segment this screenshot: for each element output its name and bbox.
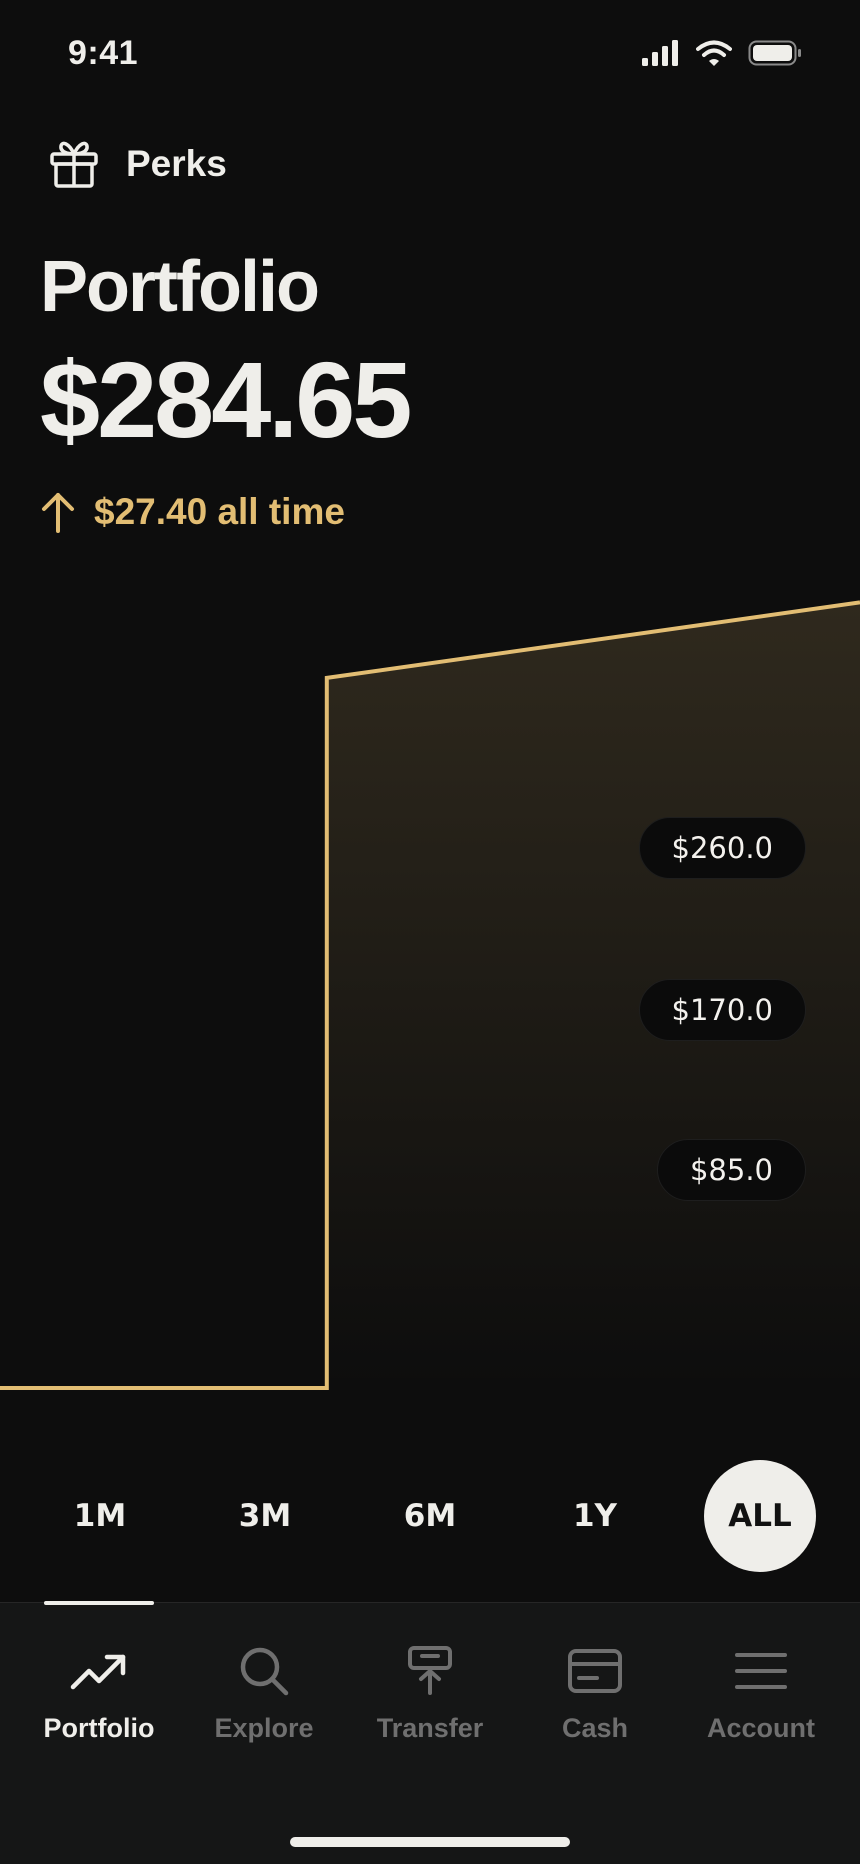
range-1m-button[interactable]: 1M: [40, 1460, 160, 1572]
tab-label: Explore: [214, 1713, 314, 1743]
all-time-change-text: $27.40 all time: [94, 491, 345, 532]
chart-price-label: $170.0: [638, 979, 806, 1041]
tab-bar: Portfolio Explore Transfer Cash Account: [0, 1601, 860, 1864]
status-time: 9:41: [68, 34, 139, 72]
trending-up-icon: [67, 1639, 131, 1703]
wifi-icon: [696, 40, 732, 71]
card-icon: [563, 1639, 627, 1703]
range-6m-button[interactable]: 6M: [370, 1460, 490, 1572]
perks-label: Perks: [126, 143, 227, 184]
cellular-signal-icon: [642, 39, 680, 71]
portfolio-value: $284.65: [40, 339, 412, 460]
chart-price-label: $85.0: [656, 1139, 806, 1201]
tab-label: Account: [707, 1713, 815, 1743]
battery-icon: [748, 40, 802, 71]
range-all-button[interactable]: ALL: [704, 1460, 816, 1572]
status-icons: [642, 39, 802, 71]
portfolio-screen: 9:41 Perks Portfolio $284.65 $27.40 all …: [0, 0, 860, 1864]
time-range-selector: 1M 3M 6M 1Y ALL: [0, 1460, 860, 1572]
page-title: Portfolio: [40, 247, 320, 327]
tab-label: Transfer: [376, 1713, 484, 1743]
tab-transfer[interactable]: Transfer: [355, 1639, 505, 1744]
active-tab-indicator: [44, 1601, 154, 1605]
all-time-change: $27.40 all time: [38, 488, 345, 536]
chart-price-label: $260.0: [638, 817, 806, 879]
range-3m-button[interactable]: 3M: [205, 1460, 325, 1572]
perks-button[interactable]: Perks: [46, 136, 227, 192]
home-indicator: [290, 1837, 570, 1847]
search-icon: [232, 1639, 296, 1703]
menu-icon: [729, 1639, 793, 1703]
tab-account[interactable]: Account: [686, 1639, 836, 1744]
arrow-up-icon: [38, 490, 78, 534]
range-1y-button[interactable]: 1Y: [535, 1460, 655, 1572]
tab-explore[interactable]: Explore: [189, 1639, 339, 1744]
portfolio-chart[interactable]: $260.0 $170.0 $85.0: [0, 560, 860, 1420]
transfer-icon: [398, 1639, 462, 1703]
tab-label: Cash: [561, 1713, 629, 1743]
tab-cash[interactable]: Cash: [520, 1639, 670, 1744]
tab-label: Portfolio: [43, 1713, 155, 1743]
tab-portfolio[interactable]: Portfolio: [24, 1639, 174, 1744]
status-bar: 9:41: [0, 0, 860, 110]
gift-icon: [46, 136, 102, 192]
